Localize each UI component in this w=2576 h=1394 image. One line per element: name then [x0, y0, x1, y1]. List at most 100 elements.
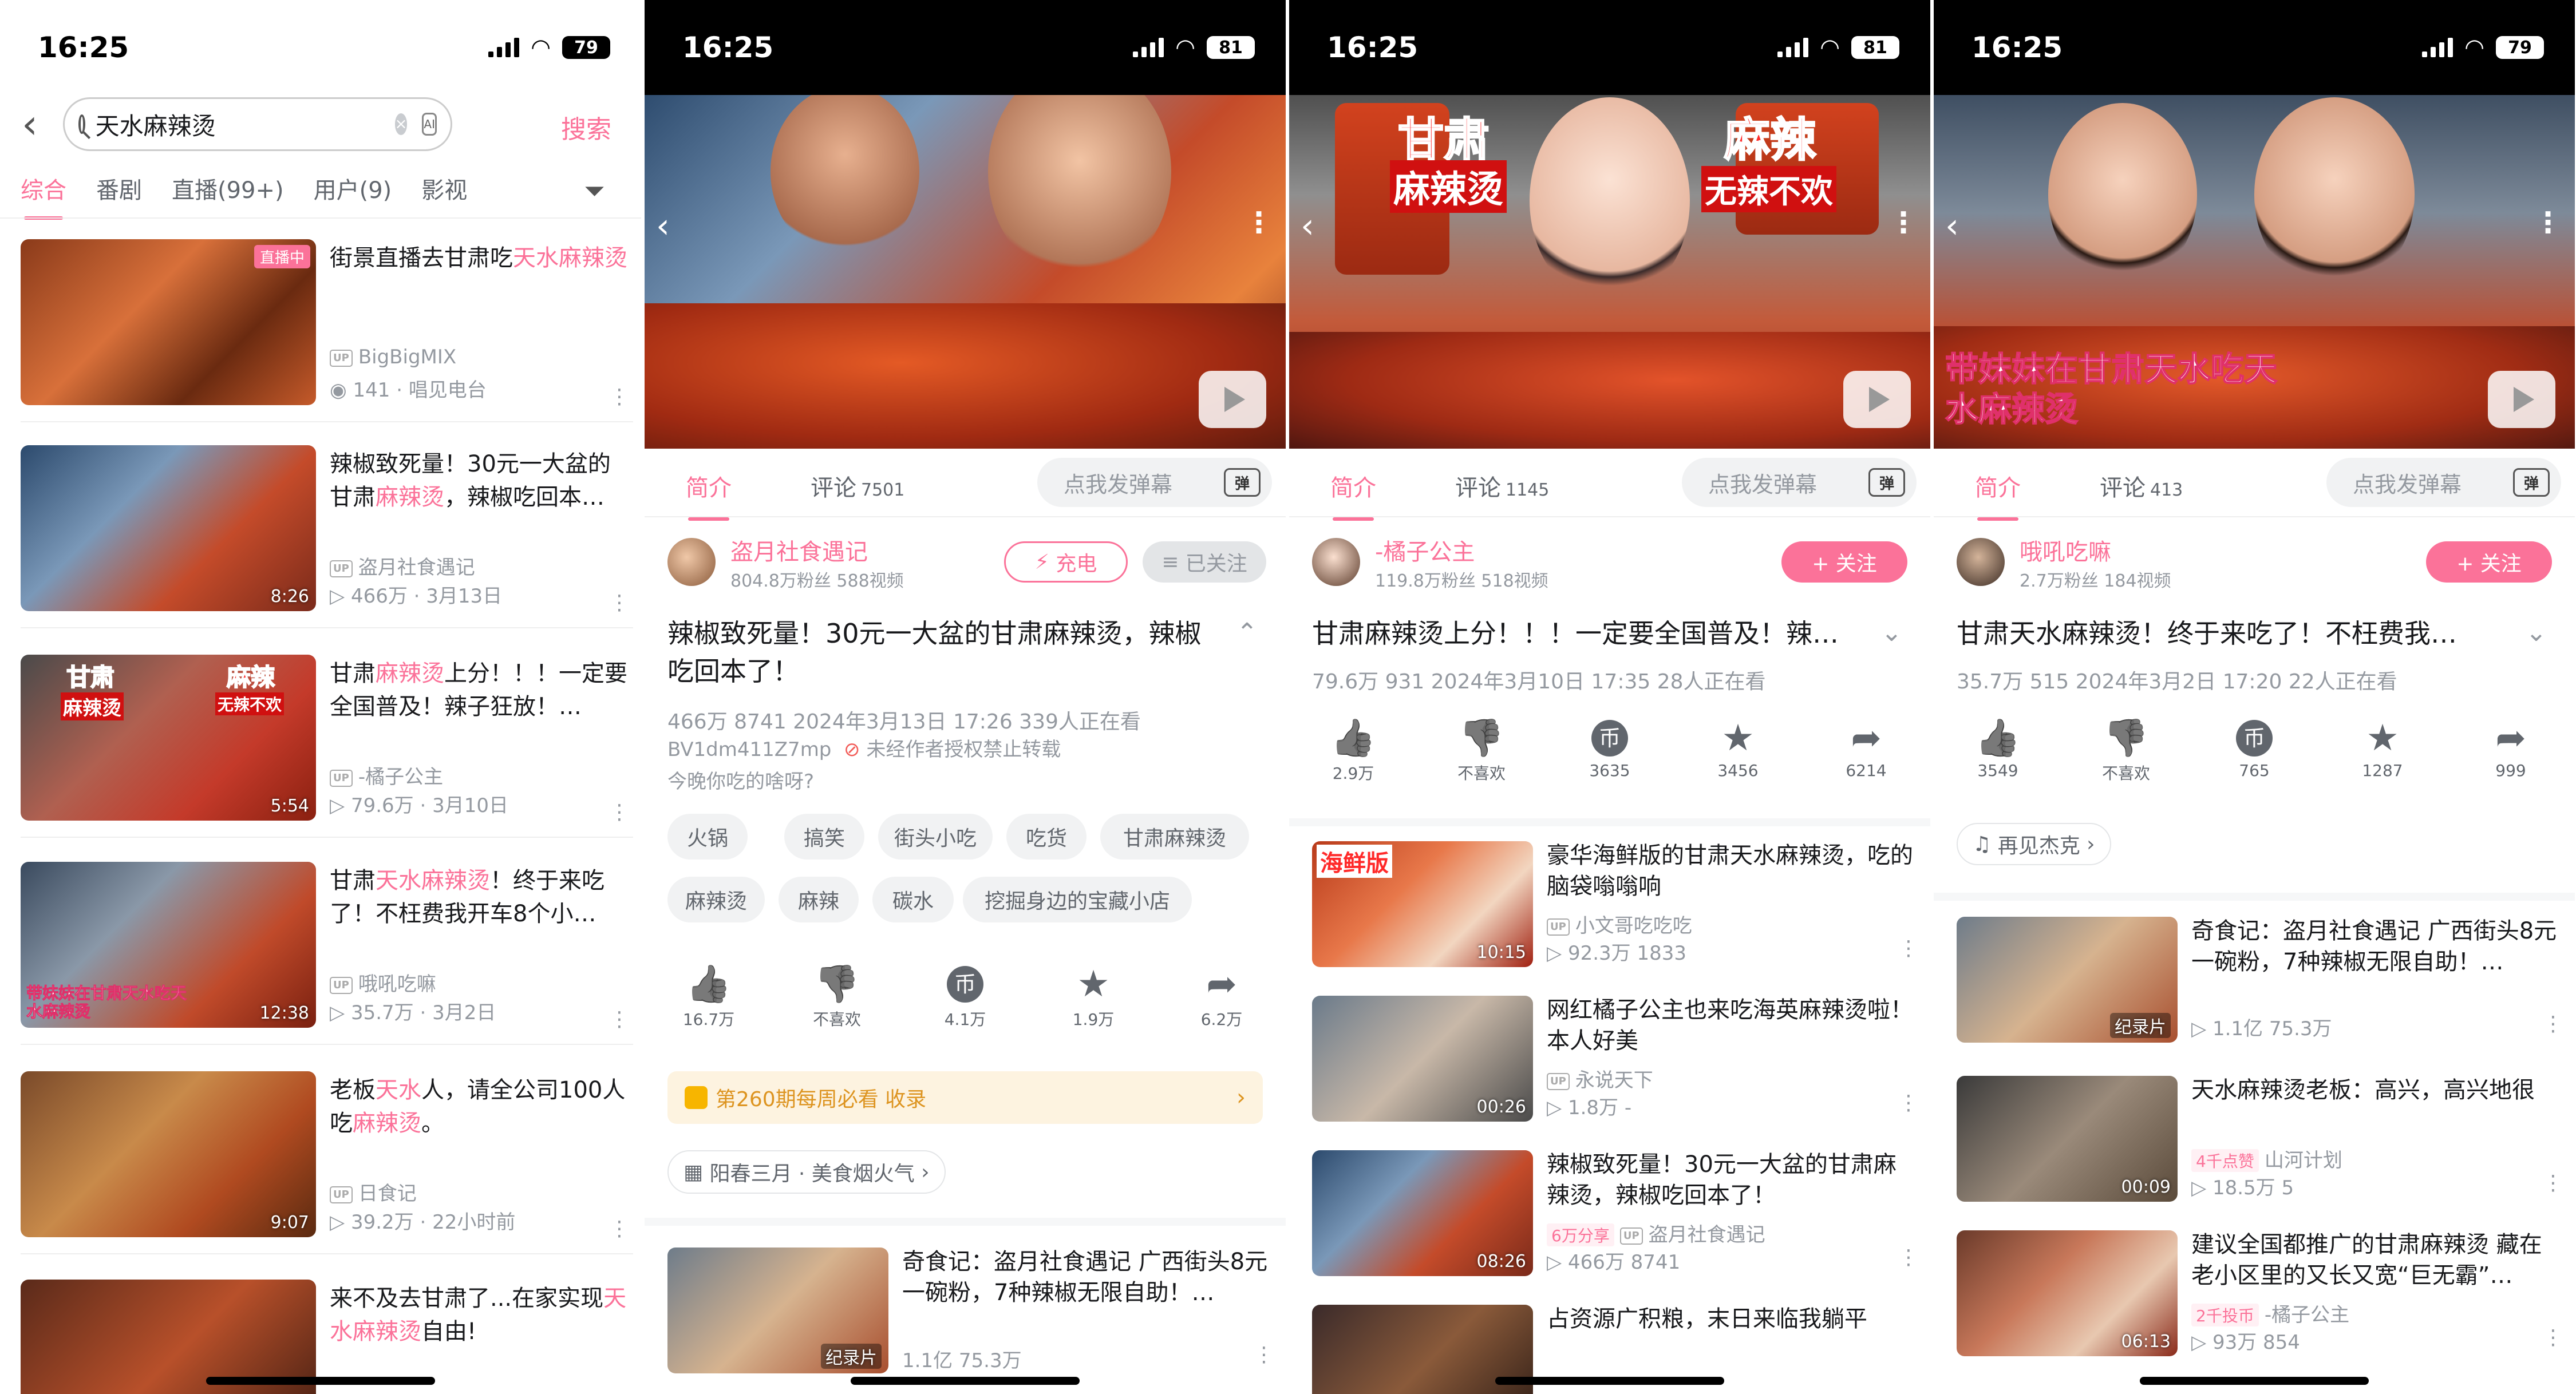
tab-comments[interactable]: 评论 413: [2100, 469, 2183, 502]
filter-icon[interactable]: ⏷: [584, 175, 605, 207]
more-icon[interactable]: ⋮: [609, 1009, 630, 1030]
action-share[interactable]: ➦ 6214: [1815, 715, 1918, 784]
tab-film[interactable]: 影视: [421, 172, 467, 205]
tag-chip[interactable]: 火锅: [667, 814, 748, 860]
more-icon[interactable]: ⋮: [609, 802, 630, 823]
play-icon[interactable]: [2488, 371, 2555, 428]
action-star[interactable]: ★ 1.9万: [1042, 961, 1145, 1030]
tag-chip[interactable]: 麻辣: [779, 877, 859, 922]
tag-chip[interactable]: 搞笑: [784, 814, 864, 860]
recommended-uploader[interactable]: UP 小文哥吃吃吃: [1547, 910, 1692, 938]
recommended-item[interactable]: 06:13 建议全国都推广的甘肃麻辣烫 藏在老小区里的又长又宽“巨无霸”… 2千投币…: [1957, 1230, 2563, 1385]
tab-intro[interactable]: 简介: [1330, 469, 1376, 521]
tab-all[interactable]: 综合: [21, 172, 66, 220]
action-like[interactable]: 👍 2.9万: [1302, 715, 1405, 784]
danmaku-toggle-icon[interactable]: 弹: [2513, 468, 2550, 497]
tag-chip[interactable]: 碳水: [872, 877, 954, 922]
action-share[interactable]: ➦ 999: [2459, 715, 2562, 784]
search-input[interactable]: [95, 110, 395, 138]
action-star[interactable]: ★ 3456: [1686, 715, 1789, 784]
action-coin[interactable]: 币 3635: [1558, 715, 1661, 784]
more-icon[interactable]: ⋮: [1898, 1093, 1919, 1114]
result-uploader[interactable]: UP 哦吼吃嘛: [330, 968, 436, 996]
back-icon[interactable]: ‹: [1945, 206, 1959, 246]
more-icon[interactable]: ⋮: [609, 1219, 630, 1239]
back-icon[interactable]: ‹: [22, 101, 38, 148]
followed-button[interactable]: ≡ 已关注: [1143, 541, 1266, 583]
avatar[interactable]: [1957, 538, 2005, 586]
music-chip[interactable]: ♫ 再见杰克 ›: [1957, 823, 2111, 865]
search-box[interactable]: × AI: [63, 97, 452, 151]
danmaku-toggle-icon[interactable]: 弹: [1868, 468, 1905, 497]
avatar[interactable]: [1312, 538, 1360, 586]
clear-icon[interactable]: ×: [394, 113, 408, 135]
expand-icon[interactable]: ⌄: [2526, 618, 2547, 647]
action-coin[interactable]: 币 765: [2203, 715, 2306, 784]
more-icon[interactable]: ⋮: [2543, 1328, 2563, 1348]
more-icon[interactable]: ⋮: [2543, 1173, 2563, 1194]
search-result-item[interactable]: 直播中 街景直播去甘肃吃天水麻辣烫 UP BigBigMIX ◉ 141 · 唱见电台 ⋮: [21, 239, 633, 411]
uploader-name[interactable]: -橘子公主: [1375, 533, 1475, 567]
action-star[interactable]: ★ 1287: [2331, 715, 2434, 784]
follow-button[interactable]: + 关注: [1781, 541, 1907, 583]
more-icon[interactable]: ⋮: [1254, 1345, 1274, 1365]
avatar[interactable]: [667, 538, 716, 586]
tab-intro[interactable]: 简介: [1975, 469, 2021, 521]
search-button[interactable]: 搜索: [561, 109, 611, 145]
video-player[interactable]: ‹ ⋮: [645, 86, 1286, 449]
result-uploader[interactable]: UP 盗月社食遇记: [330, 552, 475, 580]
tab-comments[interactable]: 评论 1145: [1455, 469, 1549, 502]
tag-chip[interactable]: 甘肃麻辣烫: [1100, 814, 1249, 860]
back-icon[interactable]: ‹: [1301, 206, 1314, 246]
tag-chip[interactable]: 街头小吃: [878, 814, 993, 860]
play-icon[interactable]: [1199, 371, 1266, 428]
result-uploader[interactable]: UP -橘子公主: [330, 761, 443, 789]
more-icon[interactable]: ⋮: [1244, 206, 1273, 239]
recommended-item[interactable]: 00:26 网红橘子公主也来吃海英麻辣烫啦！本人好美 UP 永说天下 ▷ 1.8万 - ⋮: [1312, 996, 1919, 1150]
video-player[interactable]: 甘肃 麻辣烫 麻辣 无辣不欢 ‹ ⋮: [1289, 86, 1930, 449]
recommended-item[interactable]: 纪录片 奇食记：盗月社食遇记 广西街头8元一碗粉，7种辣椒无限自助！… ▷ 1.1亿…: [1957, 917, 2563, 1071]
recommended-uploader[interactable]: 4千点赞 山河计划: [2191, 1144, 2342, 1173]
recommended-item[interactable]: 纪录片 奇食记：盗月社食遇记 广西街头8元一碗粉，7种辣椒无限自助！… 1.1亿…: [667, 1248, 1274, 1394]
recommended-uploader[interactable]: UP 永说天下: [1547, 1064, 1653, 1092]
danmaku-input[interactable]: 点我发弹幕 弹: [1037, 458, 1272, 507]
action-share[interactable]: ➦ 6.2万: [1170, 961, 1273, 1030]
action-dislike[interactable]: 👎 不喜欢: [785, 961, 888, 1030]
search-result-item[interactable]: 8:26 辣椒致死量！30元一大盆的甘肃麻辣烫，辣椒吃回本… UP 盗月社食遇记 ▷ 4…: [21, 445, 633, 617]
follow-button[interactable]: + 关注: [2426, 541, 2552, 583]
more-icon[interactable]: ⋮: [2534, 206, 2562, 239]
tab-intro[interactable]: 简介: [686, 469, 732, 521]
play-icon[interactable]: [1843, 371, 1911, 428]
weekly-banner[interactable]: 第260期每周必看 收录 ›: [667, 1071, 1263, 1124]
tag-chip[interactable]: 挖掘身边的宝藏小店: [963, 877, 1192, 922]
tag-chip[interactable]: 吃货: [1006, 814, 1086, 860]
search-result-item[interactable]: 12:38 带妹妹在甘肃天水吃天水麻辣烫 甘肃天水麻辣烫！终于来吃了！不枉费我开车8…: [21, 862, 633, 1033]
action-like[interactable]: 👍 3549: [1946, 715, 2049, 784]
video-player[interactable]: 带妹妹在甘肃天水吃天水麻辣烫 ‹ ⋮: [1934, 86, 2575, 449]
more-icon[interactable]: ⋮: [1898, 1248, 1919, 1268]
action-dislike[interactable]: 👎 不喜欢: [1430, 715, 1533, 784]
result-uploader[interactable]: UP 日食记: [330, 1178, 417, 1206]
more-icon[interactable]: ⋮: [609, 387, 630, 407]
danmaku-input[interactable]: 点我发弹幕 弹: [1682, 458, 1917, 507]
more-icon[interactable]: ⋮: [1898, 938, 1919, 959]
charge-button[interactable]: ⚡ 充电: [1004, 541, 1128, 583]
more-icon[interactable]: ⋮: [2543, 1014, 2563, 1035]
expand-icon[interactable]: ⌄: [1881, 618, 1902, 647]
back-icon[interactable]: ‹: [656, 206, 670, 246]
action-dislike[interactable]: 👎 不喜欢: [2075, 715, 2178, 784]
collapse-icon[interactable]: ⌃: [1236, 618, 1258, 647]
danmaku-input[interactable]: 点我发弹幕 弹: [2326, 458, 2561, 507]
uploader-name[interactable]: 盗月社食遇记: [730, 533, 868, 567]
tab-users[interactable]: 用户(9): [314, 172, 392, 205]
more-icon[interactable]: ⋮: [609, 593, 630, 613]
more-icon[interactable]: ⋮: [1889, 206, 1918, 239]
action-like[interactable]: 👍 16.7万: [657, 961, 760, 1030]
collection-chip[interactable]: ▦ 阳春三月 · 美食烟火气 ›: [667, 1150, 946, 1194]
recommended-uploader[interactable]: 2千投币 -橘子公主: [2191, 1299, 2349, 1327]
danmaku-toggle-icon[interactable]: 弹: [1224, 468, 1261, 497]
tab-live[interactable]: 直播(99+): [172, 172, 284, 205]
recommended-item[interactable]: 海鲜版 10:15 豪华海鲜版的甘肃天水麻辣烫，吃的脑袋嗡嗡响 UP 小文哥吃吃吃 ▷ 9…: [1312, 841, 1919, 996]
recommended-item[interactable]: 00:09 天水麻辣烫老板：高兴，高兴地很 4千点赞 山河计划 ▷ 18.5万 5 ⋮: [1957, 1076, 2563, 1230]
tab-comments[interactable]: 评论 7501: [811, 469, 904, 502]
